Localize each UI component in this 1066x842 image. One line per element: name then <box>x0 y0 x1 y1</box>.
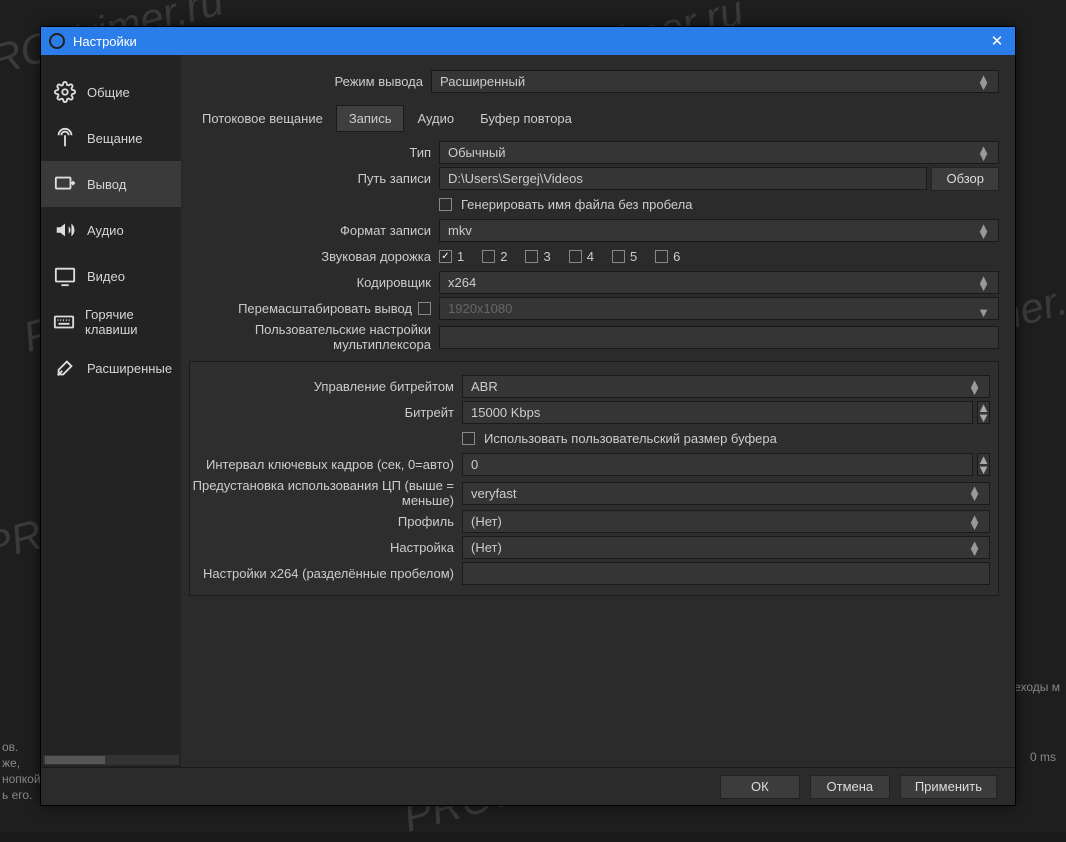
sidebar-label: Горячие клавиши <box>85 307 181 337</box>
keyint-input[interactable]: 0 <box>462 453 973 476</box>
rec-encoder-select[interactable]: x264▲▼ <box>439 271 999 294</box>
rec-path-input[interactable]: D:\Users\Sergej\Videos <box>439 167 927 190</box>
rec-format-select[interactable]: mkv▲▼ <box>439 219 999 242</box>
select-value: Расширенный <box>440 74 525 89</box>
track-4-checkbox[interactable] <box>569 250 582 263</box>
rec-format-label: Формат записи <box>189 223 439 238</box>
bitrate-label: Битрейт <box>190 405 462 420</box>
sidebar-scrollbar[interactable] <box>43 755 179 765</box>
output-mode-select[interactable]: Расширенный ▲▼ <box>431 70 999 93</box>
rescale-checkbox[interactable] <box>418 302 431 315</box>
dialog-footer: ОК Отмена Применить <box>41 767 1015 805</box>
chevron-updown-icon: ▲▼ <box>968 486 981 500</box>
window-title: Настройки <box>73 34 987 49</box>
bg-text: 0 ms <box>1030 750 1056 764</box>
speaker-icon <box>53 218 77 242</box>
sidebar-item-advanced[interactable]: Расширенные <box>41 345 181 391</box>
track-6-checkbox[interactable] <box>655 250 668 263</box>
rec-rescale-label: Перемасштабировать вывод <box>238 301 412 316</box>
apply-button[interactable]: Применить <box>900 775 997 799</box>
rec-tracks-label: Звуковая дорожка <box>189 249 439 264</box>
output-tabs: Потоковое вещание Запись Аудио Буфер пов… <box>189 105 999 132</box>
nospace-label: Генерировать имя файла без пробела <box>461 197 693 212</box>
ok-button[interactable]: ОК <box>720 775 800 799</box>
sidebar-item-output[interactable]: Вывод <box>41 161 181 207</box>
close-icon[interactable]: ✕ <box>987 32 1007 50</box>
sidebar-item-hotkeys[interactable]: Горячие клавиши <box>41 299 181 345</box>
preset-select[interactable]: veryfast▲▼ <box>462 482 990 505</box>
tab-audio[interactable]: Аудио <box>404 105 467 132</box>
rec-type-label: Тип <box>189 145 439 160</box>
monitor-icon <box>53 264 77 288</box>
tab-recording[interactable]: Запись <box>336 105 405 132</box>
profile-label: Профиль <box>190 514 462 529</box>
custom-buffer-checkbox[interactable] <box>462 432 475 445</box>
cancel-button[interactable]: Отмена <box>810 775 890 799</box>
rec-mux-input[interactable] <box>439 326 999 349</box>
chevron-updown-icon: ▲▼ <box>968 380 981 394</box>
gear-icon <box>53 80 77 104</box>
browse-button[interactable]: Обзор <box>931 167 999 191</box>
obs-logo-icon <box>49 33 65 49</box>
rec-rescale-select: 1920x1080▲▼ <box>439 297 999 320</box>
chevron-updown-icon: ▲▼ <box>977 276 990 290</box>
rate-control-label: Управление битрейтом <box>190 379 462 394</box>
rate-control-select[interactable]: ABR▲▼ <box>462 375 990 398</box>
chevron-updown-icon: ▲▼ <box>977 146 990 160</box>
sidebar-item-video[interactable]: Видео <box>41 253 181 299</box>
bitrate-spinner[interactable]: ▲▼ <box>977 401 990 424</box>
preset-label: Предустановка использования ЦП (выше = м… <box>190 478 462 508</box>
tools-icon <box>53 356 77 380</box>
nospace-checkbox[interactable] <box>439 198 452 211</box>
track-2-checkbox[interactable] <box>482 250 495 263</box>
sidebar-label: Вещание <box>87 131 143 146</box>
sidebar-label: Аудио <box>87 223 124 238</box>
rec-encoder-label: Кодировщик <box>189 275 439 290</box>
track-5-checkbox[interactable] <box>612 250 625 263</box>
chevron-updown-icon: ▲▼ <box>968 515 981 529</box>
sidebar-label: Вывод <box>87 177 126 192</box>
keyboard-icon <box>53 310 75 334</box>
output-icon <box>53 172 77 196</box>
tab-streaming[interactable]: Потоковое вещание <box>189 105 336 132</box>
settings-sidebar: Общие Вещание Вывод Аудио Видео Горячие … <box>41 55 181 767</box>
chevron-updown-icon: ▲▼ <box>977 75 990 89</box>
track-1-checkbox[interactable] <box>439 250 452 263</box>
rec-type-select[interactable]: Обычный▲▼ <box>439 141 999 164</box>
keyint-label: Интервал ключевых кадров (сек, 0=авто) <box>190 457 462 472</box>
x264opts-label: Настройки x264 (разделённые пробелом) <box>190 566 462 581</box>
track-3-checkbox[interactable] <box>525 250 538 263</box>
settings-content: Режим вывода Расширенный ▲▼ Потоковое ве… <box>181 55 1015 767</box>
encoder-groupbox: Управление битрейтом ABR▲▼ Битрейт 15000… <box>189 361 999 596</box>
rec-mux-label: Пользовательские настройки мультиплексор… <box>189 322 439 352</box>
chevron-updown-icon: ▲▼ <box>968 541 981 555</box>
bg-text: нопкой <box>2 772 41 786</box>
titlebar[interactable]: Настройки ✕ <box>41 27 1015 55</box>
bitrate-input[interactable]: 15000 Kbps <box>462 401 973 424</box>
tab-replay-buffer[interactable]: Буфер повтора <box>467 105 585 132</box>
sidebar-item-audio[interactable]: Аудио <box>41 207 181 253</box>
custom-buffer-label: Использовать пользовательский размер буф… <box>484 431 777 446</box>
settings-dialog: Настройки ✕ Общие Вещание Вывод Аудио <box>40 26 1016 806</box>
sidebar-label: Расширенные <box>87 361 172 376</box>
chevron-down-icon: ▲▼ <box>977 302 990 316</box>
keyint-spinner[interactable]: ▲▼ <box>977 453 990 476</box>
sidebar-item-general[interactable]: Общие <box>41 69 181 115</box>
tune-label: Настройка <box>190 540 462 555</box>
profile-select[interactable]: (Нет)▲▼ <box>462 510 990 533</box>
rec-path-label: Путь записи <box>189 171 439 186</box>
bg-text: ь его. <box>2 788 32 802</box>
x264opts-input[interactable] <box>462 562 990 585</box>
chevron-updown-icon: ▲▼ <box>977 224 990 238</box>
sidebar-label: Видео <box>87 269 125 284</box>
bg-text: ов. <box>2 740 18 754</box>
tune-select[interactable]: (Нет)▲▼ <box>462 536 990 559</box>
sidebar-label: Общие <box>87 85 130 100</box>
output-mode-label: Режим вывода <box>181 74 431 89</box>
antenna-icon <box>53 126 77 150</box>
bg-text: же, <box>2 756 20 770</box>
sidebar-item-stream[interactable]: Вещание <box>41 115 181 161</box>
